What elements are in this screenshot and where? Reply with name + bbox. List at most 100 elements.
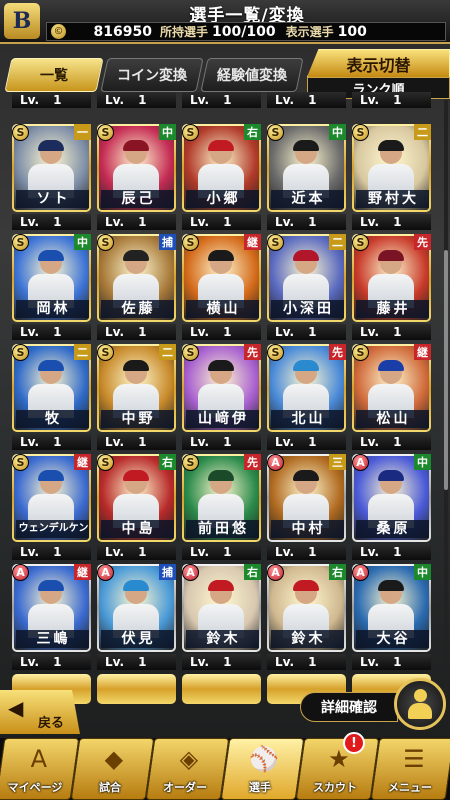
nav-icon: ◈ — [179, 745, 199, 773]
player-card[interactable]: ソト S 一 Lv. 1 — [12, 124, 91, 230]
position-badge: 先 — [414, 234, 431, 250]
level-label: Lv. — [360, 545, 380, 559]
level-label: Lv. — [275, 435, 295, 449]
level-label: Lv. — [190, 325, 210, 339]
level-label: Lv. — [190, 655, 210, 669]
level-strip: Lv. 1 — [97, 214, 176, 230]
nav-item[interactable]: ◈ オーダー — [145, 738, 230, 800]
player-card[interactable]: 松山 S 継 Lv. 1 — [352, 344, 431, 450]
level-label: Lv. — [105, 545, 125, 559]
level-label: Lv. — [20, 215, 40, 229]
position-badge: 継 — [244, 234, 261, 250]
player-card[interactable]: 藤井 S 先 Lv. 1 — [352, 234, 431, 340]
level-label: Lv. — [105, 215, 125, 229]
player-card[interactable]: 山﨑伊 S 先 Lv. 1 — [182, 344, 261, 450]
nav-item[interactable]: ⚾ 選手 — [220, 738, 305, 800]
scroll-thumb[interactable] — [444, 250, 448, 490]
player-card[interactable]: 小郷 S 右 Lv. 1 — [182, 124, 261, 230]
player-card[interactable]: 前田悠 S 先 Lv. 1 — [182, 454, 261, 560]
player-card[interactable]: 伏見 A 捕 Lv. 1 — [97, 564, 176, 670]
position-badge: 中 — [159, 124, 176, 140]
level-value: 1 — [393, 215, 402, 229]
team-logo-icon[interactable]: B — [4, 3, 40, 39]
nav-icon: ☰ — [403, 745, 425, 773]
back-arrow-icon: ◀ — [8, 696, 24, 720]
level-strip: Lv. 1 — [182, 654, 261, 670]
level-label: Lv. — [20, 325, 40, 339]
logo-letter: B — [12, 8, 32, 34]
nav-item[interactable]: ★ スカウト — [295, 738, 380, 800]
level-value: 1 — [223, 655, 232, 669]
level-value: 1 — [53, 215, 62, 229]
level-value: 1 — [138, 545, 147, 559]
player-name: 辰己 — [101, 190, 174, 208]
player-name: 横山 — [186, 300, 259, 318]
player-card[interactable]: ウェンデルケン S 継 Lv. 1 — [12, 454, 91, 560]
level-value: 1 — [53, 545, 62, 559]
partial-player-card[interactable] — [97, 674, 176, 704]
level-strip: Lv. 1 — [182, 434, 261, 450]
level-label: Lv. — [275, 545, 295, 559]
display-label: 表示選手 — [285, 25, 334, 39]
header: B 選手一覧/変換 © 816950 所持選手 100/100 表示選手 100 — [0, 0, 450, 44]
player-card[interactable]: 佐藤 S 捕 Lv. 1 — [97, 234, 176, 340]
nav-item[interactable]: ◆ 試合 — [70, 738, 155, 800]
level-value: 1 — [53, 325, 62, 339]
player-card[interactable]: 中村 A 三 Lv. 1 — [267, 454, 346, 560]
level-label: Lv. — [275, 93, 295, 107]
rank-icon: S — [182, 234, 199, 251]
position-badge: 捕 — [159, 564, 176, 580]
position-badge: 一 — [74, 124, 91, 140]
detail-button[interactable]: 詳細確認 — [300, 692, 398, 722]
level-strip: Lv. 1 — [352, 654, 431, 670]
tab-coin-convert[interactable]: コイン変換 — [100, 58, 204, 92]
level-value: 1 — [393, 435, 402, 449]
player-name: 山﨑伊 — [186, 410, 259, 428]
position-badge: 右 — [244, 124, 261, 140]
scrollbar[interactable] — [444, 100, 448, 690]
back-button[interactable]: ◀ 戻る — [0, 690, 80, 734]
player-card[interactable]: 小深田 S 二 Lv. 1 — [267, 234, 346, 340]
player-card[interactable]: 辰己 S 中 Lv. 1 — [97, 124, 176, 230]
tab-exp-convert[interactable]: 経験値変換 — [200, 58, 304, 92]
nav-label: 試合 — [98, 781, 121, 794]
level-label: Lv. — [190, 93, 210, 107]
level-strip: Lv. 1 — [97, 434, 176, 450]
rank-icon: A — [267, 564, 284, 581]
tab-list[interactable]: 一覧 — [4, 58, 104, 92]
player-card[interactable]: 桑原 A 中 Lv. 1 — [352, 454, 431, 560]
player-card[interactable]: 野村大 S 二 Lv. 1 — [352, 124, 431, 230]
level-strip: Lv. 1 — [267, 654, 346, 670]
player-card[interactable]: 大谷 A 中 Lv. 1 — [352, 564, 431, 670]
player-card[interactable]: 近本 S 中 Lv. 1 — [267, 124, 346, 230]
player-card[interactable]: 横山 S 継 Lv. 1 — [182, 234, 261, 340]
nav-label: マイページ — [7, 781, 63, 794]
level-strip: Lv. 1 — [352, 324, 431, 340]
partial-level-top: Lv. 1 — [182, 92, 261, 108]
player-name: 小深田 — [271, 300, 344, 318]
rank-icon: A — [182, 564, 199, 581]
nav-item[interactable]: ☰ メニュー — [370, 738, 450, 800]
player-card[interactable]: 三嶋 A 継 Lv. 1 — [12, 564, 91, 670]
nav-item[interactable]: A マイページ — [0, 738, 80, 800]
player-card[interactable]: 北山 S 先 Lv. 1 — [267, 344, 346, 450]
player-name: 伏見 — [101, 630, 174, 648]
level-strip: Lv. 1 — [12, 654, 91, 670]
nav-label: メニュー — [387, 781, 432, 794]
player-card[interactable]: 牧 S 二 Lv. 1 — [12, 344, 91, 450]
partial-player-card[interactable] — [182, 674, 261, 704]
level-strip: Lv. 1 — [97, 324, 176, 340]
player-card[interactable]: 鈴木 A 右 Lv. 1 — [182, 564, 261, 670]
level-value: 1 — [223, 435, 232, 449]
rank-icon: S — [267, 124, 284, 141]
player-card[interactable]: 岡林 S 中 Lv. 1 — [12, 234, 91, 340]
player-card[interactable]: 中野 S 二 Lv. 1 — [97, 344, 176, 450]
player-card[interactable]: 中島 S 右 Lv. 1 — [97, 454, 176, 560]
partial-level-top: Lv. 1 — [12, 92, 91, 108]
player-card[interactable]: 鈴木 A 右 Lv. 1 — [267, 564, 346, 670]
bottom-nav: A マイページ ◆ 試合 ◈ オーダー ⚾ 選手 ★ スカウト ☰ メニュー — [0, 738, 450, 800]
detail-person-icon[interactable] — [394, 678, 446, 730]
level-label: Lv. — [105, 93, 125, 107]
position-badge: 中 — [414, 454, 431, 470]
display-value: 100 — [337, 23, 367, 40]
